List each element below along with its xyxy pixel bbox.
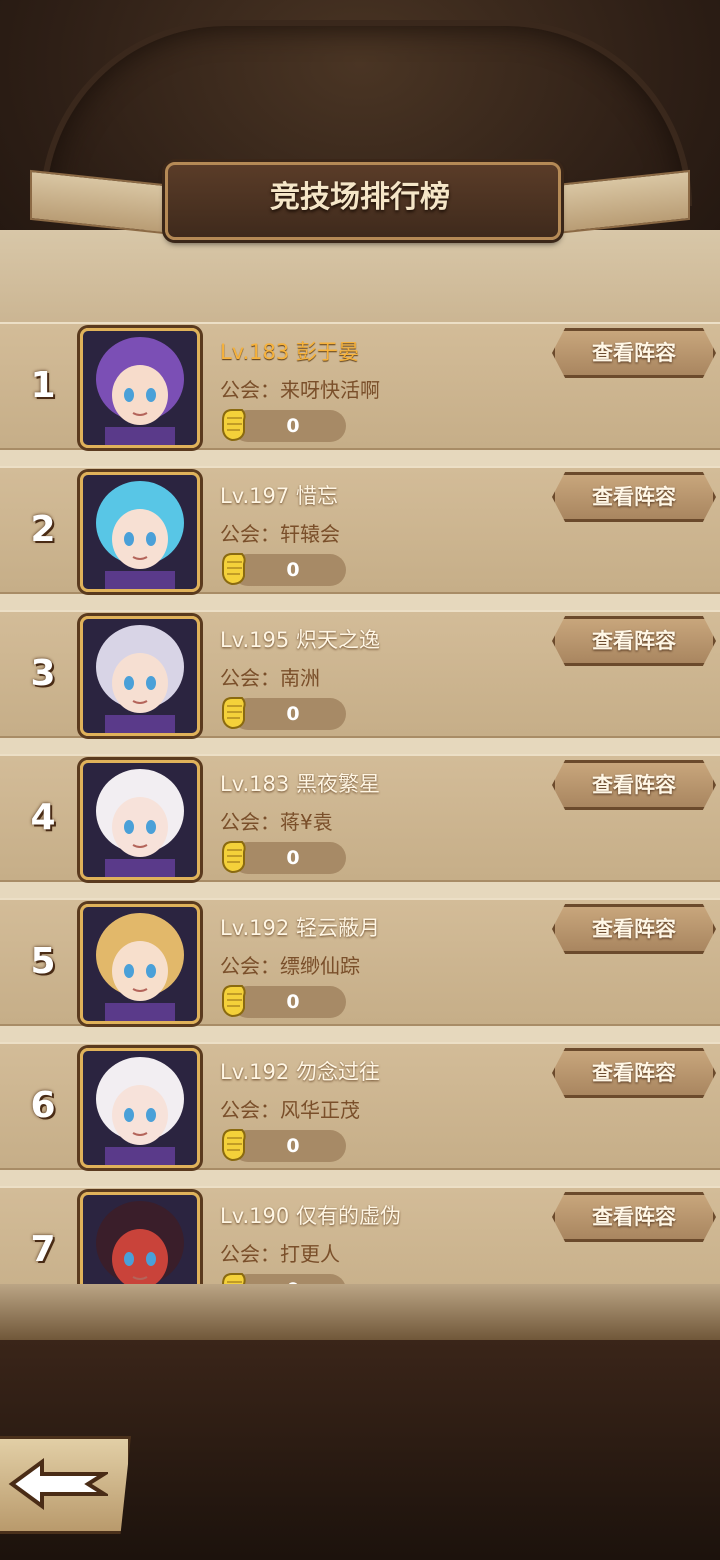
white-hair-demon-avatar[interactable] — [80, 760, 200, 880]
guild-prefix: 公会： — [220, 666, 280, 690]
player-name: 炽天之逸 — [295, 628, 380, 652]
score-value: 0 — [286, 1135, 300, 1157]
rank-number: 3 — [30, 653, 56, 694]
ranking-row: 3 Lv.195 炽天之逸 公会：南洲 0 查看阵容 — [0, 610, 720, 738]
player-name-line: Lv.183 彭于晏 — [220, 336, 359, 366]
ranking-row: 6 Lv.192 勿念过往 公会：风华正茂 0 查看阵容 — [0, 1042, 720, 1170]
player-name-line: Lv.190 仅有的虚伪 — [220, 1200, 401, 1230]
player-name: 勿念过往 — [295, 1060, 380, 1084]
view-lineup-button[interactable]: 查看阵容 — [552, 904, 716, 954]
guild-line: 公会：轩辕会 — [220, 518, 340, 547]
player-name: 轻云蔽月 — [295, 916, 380, 940]
guild-prefix: 公会： — [220, 378, 280, 402]
rank-number: 1 — [30, 365, 56, 406]
rank-number: 2 — [30, 509, 56, 550]
ranking-row: 7 Lv.190 仅有的虚伪 公会：打更人 0 查看阵容 — [0, 1186, 720, 1284]
score-value: 0 — [286, 559, 300, 581]
player-level: Lv.195 — [220, 628, 290, 652]
guild-line: 公会：风华正茂 — [220, 1094, 360, 1123]
player-level: Lv.183 — [220, 772, 290, 796]
guild-name: 风华正茂 — [280, 1098, 360, 1122]
guild-prefix: 公会： — [220, 522, 280, 546]
ranking-row: 5 Lv.192 轻云蔽月 公会：缥缈仙踪 0 查看阵容 — [0, 898, 720, 1026]
guild-line: 公会：蒋¥袁 — [220, 806, 333, 835]
guild-prefix: 公会： — [220, 1242, 280, 1266]
score-value: 0 — [286, 703, 300, 725]
guild-name: 来呀快活啊 — [280, 378, 380, 402]
rank-number: 7 — [30, 1229, 56, 1270]
view-lineup-button[interactable]: 查看阵容 — [552, 760, 716, 810]
player-level: Lv.183 — [220, 340, 290, 364]
score-value: 0 — [232, 1274, 354, 1284]
blonde-hair-hero-avatar[interactable] — [80, 904, 200, 1024]
ranking-list[interactable]: 1 Lv.183 彭于晏 公会：来呀快活啊 0 查看阵容 2 Lv.197 惜忘… — [0, 322, 720, 1284]
player-name-line: Lv.192 勿念过往 — [220, 1056, 380, 1086]
parchment-header — [0, 230, 720, 325]
silver-hair-hero-avatar[interactable] — [80, 616, 200, 736]
guild-name: 缥缈仙踪 — [280, 954, 360, 978]
view-lineup-button[interactable]: 查看阵容 — [552, 472, 716, 522]
player-name-line: Lv.183 黑夜繁星 — [220, 768, 380, 798]
player-name-line: Lv.192 轻云蔽月 — [220, 912, 380, 942]
page-title: 竞技场排行榜 — [270, 180, 450, 215]
player-name: 彭于晏 — [295, 340, 359, 364]
player-level: Lv.192 — [220, 1060, 290, 1084]
rank-number: 5 — [30, 941, 56, 982]
white-hair-demon-avatar[interactable] — [80, 1048, 200, 1168]
guild-prefix: 公会： — [220, 810, 280, 834]
view-lineup-button[interactable]: 查看阵容 — [552, 1192, 716, 1242]
player-level: Lv.190 — [220, 1204, 290, 1228]
guild-prefix: 公会： — [220, 954, 280, 978]
guild-line: 公会：打更人 — [220, 1238, 340, 1267]
player-name: 惜忘 — [295, 484, 338, 508]
guild-name: 南洲 — [280, 666, 320, 690]
player-name-line: Lv.195 炽天之逸 — [220, 624, 380, 654]
player-level: Lv.197 — [220, 484, 290, 508]
view-lineup-button[interactable]: 查看阵容 — [552, 1048, 716, 1098]
ranking-row: 2 Lv.197 惜忘 公会：轩辕会 0 查看阵容 — [0, 466, 720, 594]
guild-line: 公会：来呀快活啊 — [220, 374, 380, 403]
ranking-row: 1 Lv.183 彭于晏 公会：来呀快活啊 0 查看阵容 — [0, 322, 720, 450]
rank-number: 4 — [30, 797, 56, 838]
cyan-hair-hero-avatar[interactable] — [80, 472, 200, 592]
score-value: 0 — [286, 415, 300, 437]
guild-line: 公会：缥缈仙踪 — [220, 950, 360, 979]
view-lineup-button[interactable]: 查看阵容 — [552, 328, 716, 378]
guild-name: 打更人 — [280, 1242, 340, 1266]
guild-name: 轩辕会 — [280, 522, 340, 546]
ranking-row: 4 Lv.183 黑夜繁星 公会：蒋¥袁 0 查看阵容 — [0, 754, 720, 882]
rank-number: 6 — [30, 1085, 56, 1126]
player-name: 黑夜繁星 — [295, 772, 380, 796]
purple-hair-hero-avatar[interactable] — [80, 328, 200, 448]
guild-prefix: 公会： — [220, 1098, 280, 1122]
guild-name: 蒋¥袁 — [280, 810, 333, 834]
view-lineup-button[interactable]: 查看阵容 — [552, 616, 716, 666]
score-value: 0 — [286, 991, 300, 1013]
red-demon-avatar[interactable] — [80, 1192, 200, 1284]
bottom-ledge — [0, 1284, 720, 1344]
player-name: 仅有的虚伪 — [295, 1204, 401, 1228]
score-value: 0 — [286, 847, 300, 869]
player-level: Lv.192 — [220, 916, 290, 940]
player-name-line: Lv.197 惜忘 — [220, 480, 338, 510]
back-arrow-icon[interactable] — [8, 1456, 108, 1512]
guild-line: 公会：南洲 — [220, 662, 320, 691]
